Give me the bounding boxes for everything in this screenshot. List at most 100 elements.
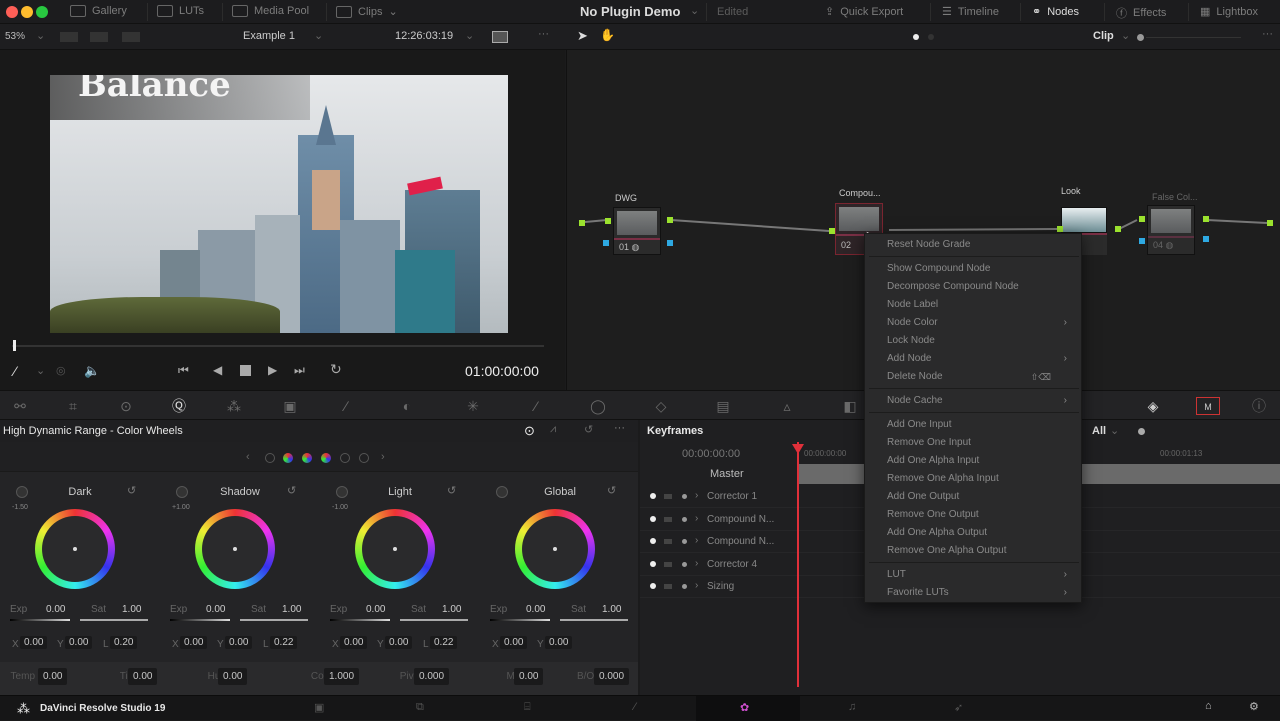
- zoom-slider[interactable]: [1146, 37, 1241, 38]
- play-icon[interactable]: ▶: [268, 363, 277, 377]
- chevron-down-icon[interactable]: ⌄: [36, 364, 45, 377]
- menu-item[interactable]: Remove One Alpha Output: [887, 542, 1077, 560]
- node-04[interactable]: 04 ◍: [1147, 205, 1195, 255]
- rgb-mixer-icon[interactable]: ⁂: [225, 397, 243, 415]
- x-field[interactable]: 0.00: [180, 636, 208, 649]
- l-field[interactable]: 0.22: [270, 636, 298, 649]
- exp-value[interactable]: 0.00: [206, 604, 225, 615]
- node-01[interactable]: 01 ◍: [613, 207, 661, 255]
- node-key-input-port[interactable]: [603, 240, 609, 246]
- menu-item[interactable]: Add Node ›: [887, 350, 1077, 368]
- color-wheel[interactable]: [355, 509, 435, 589]
- next-zone-icon[interactable]: ›: [381, 451, 385, 463]
- curves-icon[interactable]: ∕: [337, 397, 355, 415]
- param-field[interactable]: 0.00: [218, 668, 248, 685]
- scopes-icon[interactable]: M: [1196, 397, 1220, 415]
- menu-item[interactable]: Delete Node ⇧⌫: [887, 368, 1077, 386]
- scrubber-track[interactable]: [12, 345, 544, 347]
- sizing-icon[interactable]: ◈: [1144, 397, 1162, 415]
- menu-item[interactable]: Add One Alpha Input: [887, 452, 1077, 470]
- track-enable-dot[interactable]: [650, 583, 656, 589]
- settings-gear-icon[interactable]: ⚙: [1249, 700, 1259, 713]
- timeline-button[interactable]: ☰ Timeline: [942, 5, 999, 19]
- sat-slider[interactable]: [400, 619, 468, 621]
- menu-item[interactable]: Decompose Compound Node: [887, 278, 1077, 296]
- track-keyframe-dot[interactable]: [682, 516, 687, 522]
- prev-zone-icon[interactable]: ‹: [246, 451, 250, 463]
- param-field[interactable]: 0.000: [594, 668, 630, 685]
- page-indicator[interactable]: [928, 34, 934, 40]
- pointer-tool-icon[interactable]: ➤: [577, 28, 588, 44]
- l-field[interactable]: 0.22: [430, 636, 458, 649]
- viewer-mode-icon[interactable]: [492, 31, 508, 43]
- split-viewer-icon[interactable]: [90, 32, 108, 42]
- y-field[interactable]: 0.00: [225, 636, 253, 649]
- minimize-window-button[interactable]: [21, 6, 33, 18]
- hdr-wheels-icon[interactable]: Ⓠ: [170, 397, 188, 415]
- menu-item[interactable]: Node Label: [887, 296, 1077, 314]
- reset-icon[interactable]: ↺: [584, 423, 593, 436]
- deliver-page-icon[interactable]: ➶: [954, 701, 963, 714]
- zone-picker-icon[interactable]: [16, 486, 28, 498]
- l-field[interactable]: 0.20: [110, 636, 138, 649]
- y-field[interactable]: 0.00: [65, 636, 93, 649]
- info-icon[interactable]: ⓘ: [1250, 397, 1268, 415]
- track-lock-icon[interactable]: [664, 494, 672, 499]
- highlight-icon[interactable]: ◎: [56, 364, 66, 377]
- zone-dot-active[interactable]: [302, 453, 312, 463]
- menu-item[interactable]: Remove One Output: [887, 506, 1077, 524]
- menu-item[interactable]: Add One Alpha Output: [887, 524, 1077, 542]
- node-mode-selector[interactable]: Clip: [1093, 30, 1114, 42]
- expand-chevron-icon[interactable]: ›: [695, 535, 698, 546]
- exp-slider[interactable]: [10, 619, 70, 621]
- zone-dot[interactable]: [265, 453, 275, 463]
- skip-to-end-icon[interactable]: ⏭: [294, 363, 305, 378]
- color-match-icon[interactable]: ⌗: [64, 397, 82, 415]
- reset-wheel-icon[interactable]: ↺: [447, 484, 456, 497]
- node-output-port[interactable]: [1203, 216, 1209, 222]
- zoom-level[interactable]: 53%: [5, 31, 25, 42]
- menu-item[interactable]: Add One Input: [887, 416, 1077, 434]
- sat-value[interactable]: 1.00: [442, 604, 461, 615]
- eyedropper-icon[interactable]: ⁄: [527, 397, 545, 415]
- volume-icon[interactable]: 🔈: [84, 363, 100, 379]
- luts-button[interactable]: LUTs: [157, 5, 204, 17]
- chevron-down-icon[interactable]: ⌄: [36, 29, 45, 42]
- exp-value[interactable]: 0.00: [526, 604, 545, 615]
- sat-slider[interactable]: [240, 619, 308, 621]
- node-output-port[interactable]: [667, 217, 673, 223]
- color-wheel[interactable]: [195, 509, 275, 589]
- chevron-down-icon[interactable]: ⌄: [690, 4, 699, 17]
- output-port[interactable]: [1267, 220, 1273, 226]
- zone-dot-active[interactable]: [321, 453, 331, 463]
- project-title[interactable]: No Plugin Demo: [580, 4, 680, 19]
- fusion-page-icon[interactable]: ⁄: [634, 701, 636, 713]
- zone-picker-icon[interactable]: [336, 486, 348, 498]
- more-options-icon[interactable]: ···: [538, 28, 549, 40]
- zoom-slider-handle[interactable]: [1138, 428, 1145, 435]
- menu-item[interactable]: LUT ›: [887, 566, 1077, 584]
- playhead-handle[interactable]: [792, 444, 804, 454]
- zone-picker-icon[interactable]: [176, 486, 188, 498]
- menu-item[interactable]: Node Color ›: [887, 314, 1077, 332]
- reset-wheel-icon[interactable]: ↺: [127, 484, 136, 497]
- primaries-wheels-icon[interactable]: ⊙: [117, 397, 135, 415]
- home-icon[interactable]: ⌂: [1205, 700, 1212, 712]
- tracker-icon[interactable]: ◇: [652, 397, 670, 415]
- exp-slider[interactable]: [490, 619, 550, 621]
- param-field[interactable]: 0.000: [414, 668, 450, 685]
- track-lock-icon[interactable]: [664, 561, 672, 567]
- track-lock-icon[interactable]: [664, 516, 672, 522]
- expand-chevron-icon[interactable]: ›: [695, 513, 698, 524]
- chevron-down-icon[interactable]: ⌄: [1110, 424, 1119, 437]
- track-lock-icon[interactable]: [664, 584, 672, 589]
- node-input-port[interactable]: [605, 218, 611, 224]
- track-keyframe-dot[interactable]: [682, 561, 687, 567]
- sat-value[interactable]: 1.00: [122, 604, 141, 615]
- exp-value[interactable]: 0.00: [46, 604, 65, 615]
- source-output-port[interactable]: [579, 220, 585, 226]
- menu-item[interactable]: Add One Output: [887, 488, 1077, 506]
- nodes-button[interactable]: ⚭ Nodes: [1032, 5, 1079, 19]
- video-frame[interactable]: Balance: [50, 75, 508, 333]
- node-look-thumbnail[interactable]: [1061, 207, 1107, 233]
